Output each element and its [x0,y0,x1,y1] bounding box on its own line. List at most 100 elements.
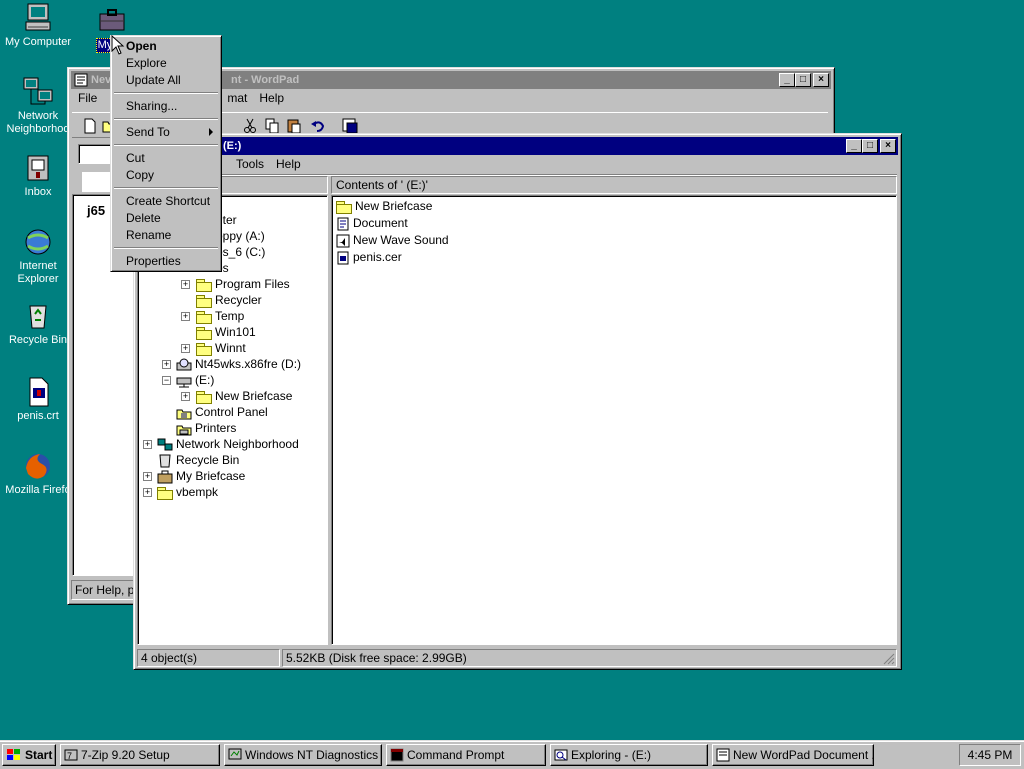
tree-item-recycle-bin[interactable]: Recycle Bin [157,452,239,468]
tree-item-recycler[interactable]: Recycler [196,292,262,308]
folder-icon [196,390,212,404]
folder-icon [196,278,212,292]
recycle-bin-icon [29,305,47,329]
explorer-icon [554,749,568,761]
menu-tools[interactable]: Tools [230,157,270,171]
explorer-titlebar[interactable]: (E:) _ □ × [137,137,898,155]
clock: 4:45 PM [967,748,1013,762]
menu-item-open[interactable]: Open [126,38,157,54]
expand-icon[interactable]: + [143,440,152,449]
list-item[interactable]: Document [336,215,408,231]
tree-item-my-briefcase[interactable]: My Briefcase [157,468,245,484]
desktop-icon-penis-crt[interactable]: penis.crt [0,376,76,423]
expand-icon[interactable]: + [181,344,190,353]
menu-item-send-to[interactable]: Send To [126,124,170,140]
system-tray-clock[interactable]: 4:45 PM [959,744,1021,766]
minimize-button[interactable]: _ [779,73,795,87]
tree-item-d-drive[interactable]: Nt45wks.x86fre (D:) [176,356,301,372]
menu-separator [114,118,218,120]
close-button[interactable]: × [880,139,896,153]
inbox-icon [27,155,49,181]
menu-file[interactable]: File [72,91,103,105]
desktop-icon-label: penis.crt [17,410,59,422]
desktop-icon-network-neighborhood[interactable]: Network Neighborhoo [0,76,76,136]
contents-pane[interactable]: New Briefcase Document New Wave Sound pe… [331,195,897,645]
mouse-cursor-icon [111,35,125,55]
recycle-bin-icon [159,454,171,468]
tree-item-floppy[interactable]: oppy (A:) [216,228,265,244]
desktop-icon-label: Internet Explorer [17,260,59,285]
taskbar-button-7zip[interactable]: 7 7-Zip 9.20 Setup [60,744,220,766]
expand-icon[interactable]: + [143,488,152,497]
list-item[interactable]: New Briefcase [336,198,432,214]
resize-grip-icon[interactable] [883,653,895,665]
taskbar-button-exploring[interactable]: Exploring - (E:) [550,744,708,766]
tree-item-c-drive[interactable]: os_6 (C:) [216,244,265,260]
desktop-icon-label: Inbox [24,186,52,198]
expand-icon[interactable]: + [162,360,171,369]
folder-icon [157,486,173,500]
desktop-icon-inbox[interactable]: Inbox [0,152,76,199]
tree-item-network-neighborhood[interactable]: Network Neighborhood [157,436,299,452]
tree-item-printers[interactable]: Printers [176,420,236,436]
maximize-button[interactable]: □ [795,73,811,87]
menu-separator [114,187,218,189]
desktop-icon-label: Mozilla Firefo [5,484,71,496]
tree-item-e-drive[interactable]: (E:) [176,372,214,388]
expand-icon[interactable]: + [181,392,190,401]
desktop-icon-internet-explorer[interactable]: Internet Explorer [0,226,76,286]
menu-item-copy[interactable]: Copy [126,167,154,183]
folder-icon [196,342,212,356]
tree-item-new-briefcase[interactable]: New Briefcase [196,388,292,404]
collapse-icon[interactable]: − [162,376,171,385]
expand-icon[interactable]: + [181,312,190,321]
expand-icon[interactable]: + [181,280,190,289]
desktop-icon-recycle-bin[interactable]: Recycle Bin [0,300,76,347]
tree-item-program-files[interactable]: Program Files [196,276,290,292]
taskbar-button-nt-diagnostics[interactable]: Windows NT Diagnostics -... [224,744,382,766]
menu-help[interactable]: Help [270,157,307,171]
status-count-panel: 4 object(s) [137,649,280,667]
desktop-icon-label: Recycle Bin [8,334,68,346]
wordpad-title-right: nt - WordPad [231,74,300,86]
certificate-icon [337,251,349,265]
maximize-button[interactable]: □ [862,139,878,153]
printers-icon [176,425,192,436]
tree-item-win101[interactable]: Win101 [196,324,256,340]
taskbar: Start 7 7-Zip 9.20 Setup Windows NT Diag… [0,740,1024,769]
close-button[interactable]: × [813,73,829,87]
tree-item-temp[interactable]: Temp [196,308,244,324]
tree-item-vbempk[interactable]: vbempk [157,484,218,500]
menu-item-properties[interactable]: Properties [126,253,181,269]
internet-explorer-icon [25,229,51,255]
menu-item-delete[interactable]: Delete [126,210,161,226]
menu-item-explore[interactable]: Explore [126,55,167,71]
desktop-icon-my-computer[interactable]: My Computer [0,2,76,49]
briefcase-icon [99,9,125,31]
sound-icon [336,234,350,248]
svg-text:7: 7 [67,751,72,761]
menu-item-cut[interactable]: Cut [126,150,145,166]
menu-help[interactable]: Help [253,91,290,105]
cd-drive-icon [176,358,192,371]
list-item[interactable]: penis.cer [336,249,402,265]
menu-item-create-shortcut[interactable]: Create Shortcut [126,193,210,209]
taskbar-button-wordpad[interactable]: New WordPad Document ... [712,744,874,766]
menu-item-update-all[interactable]: Update All [126,72,181,88]
tree-item-winnt[interactable]: Winnt [196,340,246,356]
tree-item-control-panel[interactable]: Control Panel [176,404,268,420]
menu-item-rename[interactable]: Rename [126,227,171,243]
explorer-window[interactable]: (E:) _ □ × Tools Help uter oppy (A:) os_… [133,133,902,670]
desktop-icon-mozilla-firefox[interactable]: Mozilla Firefo [0,450,76,497]
taskbar-button-command-prompt[interactable]: Command Prompt [386,744,546,766]
start-button[interactable]: Start [2,744,56,766]
submenu-arrow-icon [209,128,213,136]
expand-icon[interactable]: + [143,472,152,481]
list-item[interactable]: New Wave Sound [336,232,449,248]
menu-item-sharing[interactable]: Sharing... [126,98,177,114]
minimize-button[interactable]: _ [846,139,862,153]
wordpad-icon [716,748,730,762]
menu-format[interactable]: mat [221,91,253,105]
new-document-icon[interactable] [80,116,100,136]
menu-separator [114,92,218,94]
